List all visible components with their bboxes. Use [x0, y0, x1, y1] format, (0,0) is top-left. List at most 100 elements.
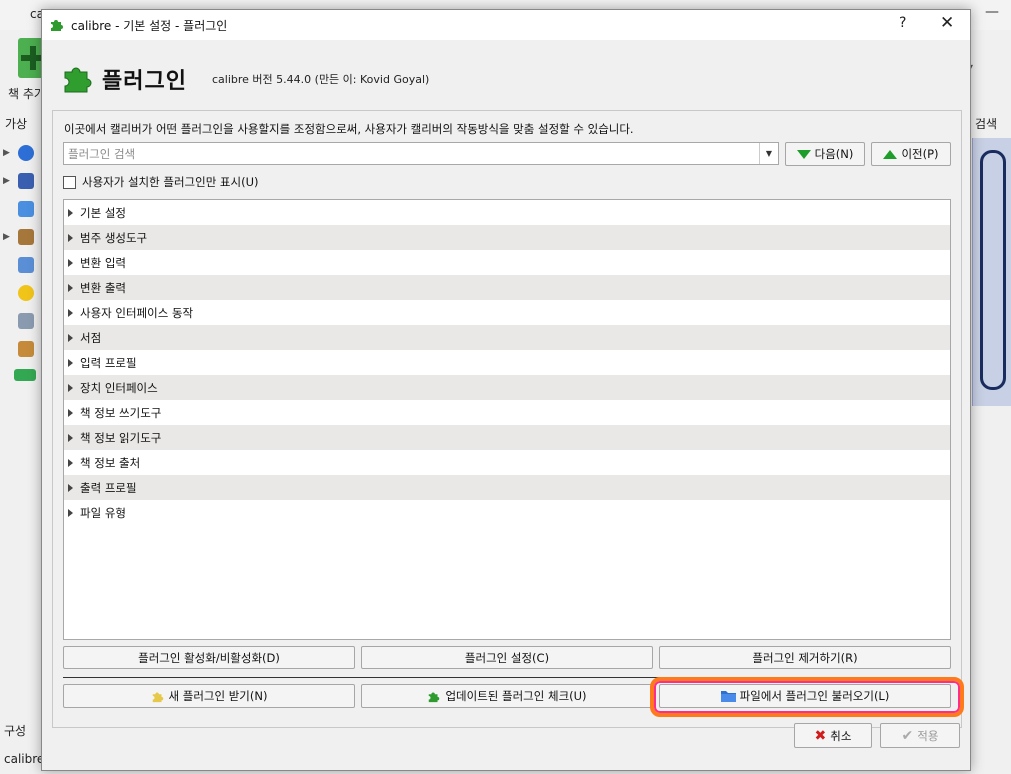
tree-category-label: 파일 유형	[80, 505, 126, 520]
virtual-library-button[interactable]: 가상	[5, 115, 27, 132]
plugin-puzzle-icon	[64, 67, 92, 93]
tree-category-row[interactable]: 책 정보 출처	[64, 450, 950, 475]
tree-category-row[interactable]: 변환 입력	[64, 250, 950, 275]
plugin-puzzle-icon	[152, 692, 163, 703]
expand-arrow-icon[interactable]	[68, 433, 73, 442]
formats-icon[interactable]	[18, 257, 34, 273]
checkbox-box[interactable]	[63, 175, 76, 189]
tree-category-row[interactable]: 변환 출력	[64, 275, 950, 300]
expand-arrow-icon[interactable]	[68, 283, 73, 292]
check-updated-plugins-button[interactable]: 업데이트된 플러그인 체크(U)	[361, 684, 653, 708]
expand-arrow-icon[interactable]	[68, 358, 73, 367]
cancel-button-label: 취소	[830, 728, 852, 743]
tree-category-label: 입력 프로필	[80, 355, 137, 370]
page-title: 플러그인	[102, 69, 187, 94]
customize-plugin-button[interactable]: 플러그인 설정(C)	[361, 646, 653, 669]
tree-category-label: 변환 입력	[80, 255, 126, 270]
arrow-up-icon	[883, 149, 898, 159]
version-text: calibre 버전 5.44.0 (만든 이: Kovid Goyal)	[212, 73, 430, 86]
identifiers-icon[interactable]	[14, 369, 36, 381]
tree-category-row[interactable]: 책 정보 읽기도구	[64, 425, 950, 450]
plugin-puzzle-icon	[429, 692, 440, 703]
apply-button[interactable]: ✔ 적용	[880, 723, 960, 748]
search-combobox[interactable]: ▼	[63, 142, 779, 165]
plugin-category-tree[interactable]: 기본 설정범주 생성도구변환 입력변환 출력사용자 인터페이스 동작서점입력 프…	[63, 199, 951, 640]
tree-category-label: 서점	[80, 330, 102, 345]
user-installed-only-checkbox[interactable]: 사용자가 설치한 플러그인만 표시(U)	[63, 174, 258, 190]
configure-button[interactable]: 구성	[4, 722, 26, 739]
tree-category-row[interactable]: 출력 프로필	[64, 475, 950, 500]
expand-arrow-icon[interactable]	[68, 483, 73, 492]
enable-disable-plugin-button[interactable]: 플러그인 활성화/비활성화(D)	[63, 646, 355, 669]
expand-arrow-icon[interactable]	[68, 383, 73, 392]
tree-category-label: 사용자 인터페이스 동작	[80, 305, 194, 320]
close-button[interactable]: ✕	[940, 13, 954, 33]
minimize-icon[interactable]: —	[985, 4, 999, 20]
expand-arrow-icon[interactable]	[68, 508, 73, 517]
tags-icon[interactable]	[18, 341, 34, 357]
previous-button-label: 이전(P)	[901, 147, 939, 161]
rating-icon[interactable]	[18, 285, 34, 301]
get-new-plugins-button[interactable]: 새 플러그인 받기(N)	[63, 684, 355, 708]
tree-category-row[interactable]: 범주 생성도구	[64, 225, 950, 250]
tree-category-label: 변환 출력	[80, 280, 126, 295]
plugin-puzzle-icon	[51, 20, 63, 31]
tree-category-label: 범주 생성도구	[80, 230, 148, 245]
tree-category-label: 장치 인터페이스	[80, 380, 158, 395]
cancel-button[interactable]: ✖ 취소	[794, 723, 872, 748]
load-plugin-from-file-label: 파일에서 플러그인 불러오기(L)	[739, 689, 890, 703]
check-updated-plugins-label: 업데이트된 플러그인 체크(U)	[445, 689, 587, 703]
load-plugin-from-file-button[interactable]: 파일에서 플러그인 불러오기(L)	[659, 684, 951, 708]
folder-icon	[720, 691, 736, 702]
cover-ornament	[980, 150, 1006, 390]
get-new-plugins-label: 새 플러그인 받기(N)	[168, 689, 268, 703]
news-icon[interactable]	[18, 313, 34, 329]
expand-arrow-icon[interactable]	[68, 258, 73, 267]
expand-arrow-icon[interactable]: ▶	[3, 148, 10, 158]
apply-button-label: 적용	[917, 728, 939, 743]
previous-button[interactable]: 이전(P)	[871, 142, 951, 166]
expand-arrow-icon[interactable]	[68, 233, 73, 242]
next-button[interactable]: 다음(N)	[785, 142, 865, 166]
expand-arrow-icon[interactable]	[68, 333, 73, 342]
expand-arrow-icon[interactable]	[68, 408, 73, 417]
plugins-dialog: calibre - 기본 설정 - 플러그인 ? ✕ 플러그인 calibre …	[41, 9, 971, 771]
languages-icon[interactable]	[18, 173, 34, 189]
authors-icon[interactable]	[18, 145, 34, 161]
tree-category-label: 출력 프로필	[80, 480, 137, 495]
remove-plugin-button[interactable]: 플러그인 제거하기(R)	[659, 646, 951, 669]
plugins-panel: 이곳에서 캘리버가 어떤 플러그인을 사용할지를 조정함으로써, 사용자가 캘리…	[52, 110, 964, 728]
tree-category-row[interactable]: 서점	[64, 325, 950, 350]
expand-arrow-icon[interactable]: ▶	[3, 176, 10, 186]
tree-category-label: 책 정보 쓰기도구	[80, 405, 162, 420]
series-icon[interactable]	[18, 201, 34, 217]
dialog-title: calibre - 기본 설정 - 플러그인	[71, 19, 228, 33]
publisher-icon[interactable]	[18, 229, 34, 245]
help-button[interactable]: ?	[899, 15, 906, 31]
checkbox-label: 사용자가 설치한 플러그인만 표시(U)	[82, 175, 259, 189]
search-button[interactable]: 검색	[975, 115, 997, 132]
expand-arrow-icon[interactable]	[68, 308, 73, 317]
tree-category-label: 기본 설정	[80, 205, 126, 220]
dialog-titlebar: calibre - 기본 설정 - 플러그인 ? ✕	[42, 10, 970, 40]
tree-category-label: 책 정보 읽기도구	[80, 430, 162, 445]
next-button-label: 다음(N)	[814, 147, 854, 161]
tree-category-row[interactable]: 파일 유형	[64, 500, 950, 525]
tree-category-row[interactable]: 입력 프로필	[64, 350, 950, 375]
expand-arrow-icon[interactable]: ▶	[3, 232, 10, 242]
tree-category-row[interactable]: 사용자 인터페이스 동작	[64, 300, 950, 325]
arrow-down-icon	[796, 149, 811, 159]
description-text: 이곳에서 캘리버가 어떤 플러그인을 사용할지를 조정함으로써, 사용자가 캘리…	[64, 122, 634, 136]
separator	[63, 677, 951, 678]
add-book-label[interactable]: 책 추가	[8, 85, 45, 102]
tree-category-label: 책 정보 출처	[80, 455, 141, 470]
tree-category-row[interactable]: 책 정보 쓰기도구	[64, 400, 950, 425]
checkmark-icon: ✔	[901, 727, 914, 744]
cancel-icon: ✖	[814, 727, 827, 744]
expand-arrow-icon[interactable]	[68, 458, 73, 467]
tree-category-row[interactable]: 장치 인터페이스	[64, 375, 950, 400]
chevron-down-icon[interactable]: ▼	[759, 143, 778, 164]
expand-arrow-icon[interactable]	[68, 208, 73, 217]
search-input[interactable]	[64, 143, 758, 164]
tree-category-row[interactable]: 기본 설정	[64, 200, 950, 225]
